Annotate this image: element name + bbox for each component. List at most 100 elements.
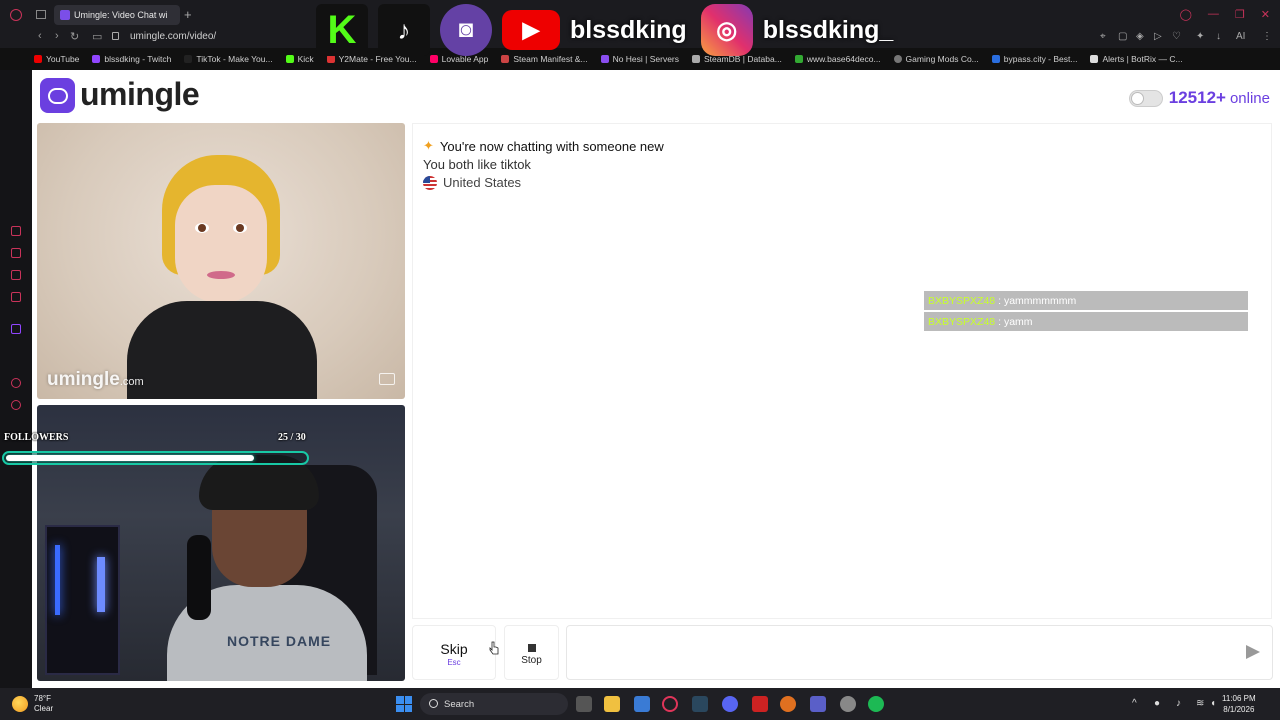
youtube-icon [34, 55, 42, 63]
sidebar-icon[interactable] [11, 226, 21, 236]
avatar-jacket [127, 301, 317, 399]
weather-icon[interactable] [12, 696, 28, 712]
new-tab-icon[interactable]: + [184, 7, 192, 22]
screenshot-icon[interactable]: ▢ [1118, 31, 1127, 42]
microphone-icon[interactable]: ♪ [1176, 698, 1181, 709]
extensions-icon[interactable]: ✦ [1196, 31, 1204, 42]
chat-panel: ✦ You're now chatting with someone new Yo… [412, 123, 1272, 619]
download-icon[interactable]: ↓ [1216, 31, 1221, 42]
weather-widget[interactable]: 78°F Clear [34, 694, 53, 714]
bookmark-item[interactable]: blssdking - Twitch [92, 54, 171, 64]
app-icon[interactable] [840, 696, 856, 712]
kick-logo-icon: K [316, 4, 368, 56]
toggle-knob [1130, 91, 1144, 105]
avatar-eye [233, 223, 247, 233]
tray-app-icon[interactable]: ● [1154, 698, 1160, 709]
lock-icon [112, 32, 119, 40]
pin-icon[interactable]: ⌖ [1100, 31, 1106, 42]
online-label: online [1229, 89, 1270, 107]
forward-icon[interactable]: › [55, 30, 59, 42]
file-explorer-icon[interactable] [604, 696, 620, 712]
pc-rig [45, 525, 120, 675]
avatar-mouth [207, 271, 235, 279]
history-icon[interactable] [11, 400, 21, 410]
sparkle-icon: ✦ [423, 138, 434, 153]
sidebar-icon[interactable] [11, 292, 21, 302]
lovable-icon [429, 55, 438, 63]
search-icon[interactable]: ◯ [1180, 8, 1192, 21]
browser-sidebar [0, 70, 32, 688]
kick-icon [285, 55, 294, 63]
stop-icon [527, 644, 536, 652]
message-input[interactable] [566, 625, 1273, 680]
bookmark-item[interactable]: Kick [285, 54, 314, 64]
app-icon[interactable] [780, 696, 796, 712]
site-logo-text[interactable]: umingle [80, 76, 200, 113]
followers-label: FOLLOWERS [4, 432, 69, 443]
ai-icon[interactable]: AI [1236, 31, 1245, 42]
theme-toggle[interactable] [1128, 89, 1163, 107]
sidebar-icon[interactable] [11, 270, 21, 280]
video-watermark: umingle.com [47, 369, 144, 390]
bypass-icon [991, 55, 1000, 63]
browser-tab-umingle[interactable]: Umingle: Video Chat wi [54, 5, 180, 25]
stream-chat-message: BXBYSPXZ48: yamm [924, 312, 1248, 331]
sidebar-icon[interactable] [11, 378, 21, 388]
start-icon[interactable] [396, 696, 412, 712]
avatar-face [175, 185, 267, 303]
camera-icon[interactable]: ▭ [92, 30, 102, 43]
teams-icon[interactable] [810, 696, 826, 712]
store-icon[interactable] [634, 696, 650, 712]
back-icon[interactable]: ‹ [38, 30, 42, 42]
bookmark-item[interactable]: Alerts | BotRix — C... [1090, 54, 1183, 64]
spotify-icon[interactable] [868, 696, 884, 712]
bookmark-item[interactable]: bypass.city - Best... [991, 54, 1077, 64]
chat-common-interest: You both like tiktok [423, 157, 531, 172]
app-icon[interactable] [752, 696, 768, 712]
report-flag-icon[interactable] [379, 373, 395, 385]
volume-icon[interactable]: ◖ [1210, 698, 1216, 709]
send-icon[interactable] [1246, 645, 1260, 659]
wifi-icon[interactable]: ≋ [1196, 698, 1204, 709]
stop-button[interactable]: Stop [504, 625, 559, 680]
hand-cursor-icon [489, 641, 499, 655]
screen: Umingle: Video Chat wi + ◯ — ❐ ✕ ‹ › ↻ ▭… [0, 0, 1280, 720]
taskbar-clock[interactable]: 11:06 PM 8/1/2026 [1222, 693, 1256, 715]
handle-main: blssdking [570, 15, 687, 44]
heart-icon[interactable]: ♡ [1172, 31, 1181, 42]
base64-icon [794, 55, 803, 63]
reload-icon[interactable]: ↻ [70, 30, 79, 43]
discord-icon[interactable] [722, 696, 738, 712]
sidebar-icon[interactable] [11, 248, 21, 258]
tiktok-logo-icon: ♪ [378, 4, 430, 56]
bookmark-item[interactable]: TikTok - Make You... [184, 54, 273, 64]
browser-menu-icon[interactable] [10, 9, 22, 21]
tray-expand-icon[interactable]: ^ [1132, 698, 1137, 709]
bookmark-item[interactable]: YouTube [34, 54, 79, 64]
online-count: 12512+ [1168, 88, 1226, 107]
skip-button[interactable]: Skip Esc [412, 625, 496, 680]
url-field[interactable]: umingle.com/video/ [130, 31, 216, 42]
task-view-icon[interactable] [576, 696, 592, 712]
nohesi-icon [600, 55, 609, 63]
y2mate-icon [326, 55, 335, 63]
microphone [187, 535, 211, 620]
twitch-sidebar-icon[interactable] [11, 324, 21, 334]
followers-count: 25 / 30 [278, 432, 306, 443]
steam-icon[interactable] [692, 696, 708, 712]
youtube-logo-icon: ▶ [502, 10, 560, 50]
umingle-logo-icon[interactable] [40, 78, 75, 113]
play-icon[interactable]: ▷ [1154, 31, 1162, 42]
opera-icon[interactable] [662, 696, 678, 712]
close-icon[interactable]: ✕ [1261, 8, 1270, 21]
tab-manager-icon[interactable] [36, 10, 46, 19]
taskbar-search[interactable]: Search [420, 693, 568, 715]
maximize-icon[interactable]: ❐ [1235, 8, 1245, 21]
online-indicator: 12512+ online [1128, 88, 1270, 108]
minimize-icon[interactable]: — [1208, 8, 1219, 21]
menu-icon[interactable]: ⋮ [1262, 31, 1272, 42]
gaming-mods-icon [893, 55, 902, 63]
umingle-page: umingle 12512+ online umingle.com NOTRE … [32, 70, 1280, 688]
shield-icon[interactable]: ◈ [1136, 31, 1144, 42]
window-controls: ◯ — ❐ ✕ [1180, 8, 1270, 21]
